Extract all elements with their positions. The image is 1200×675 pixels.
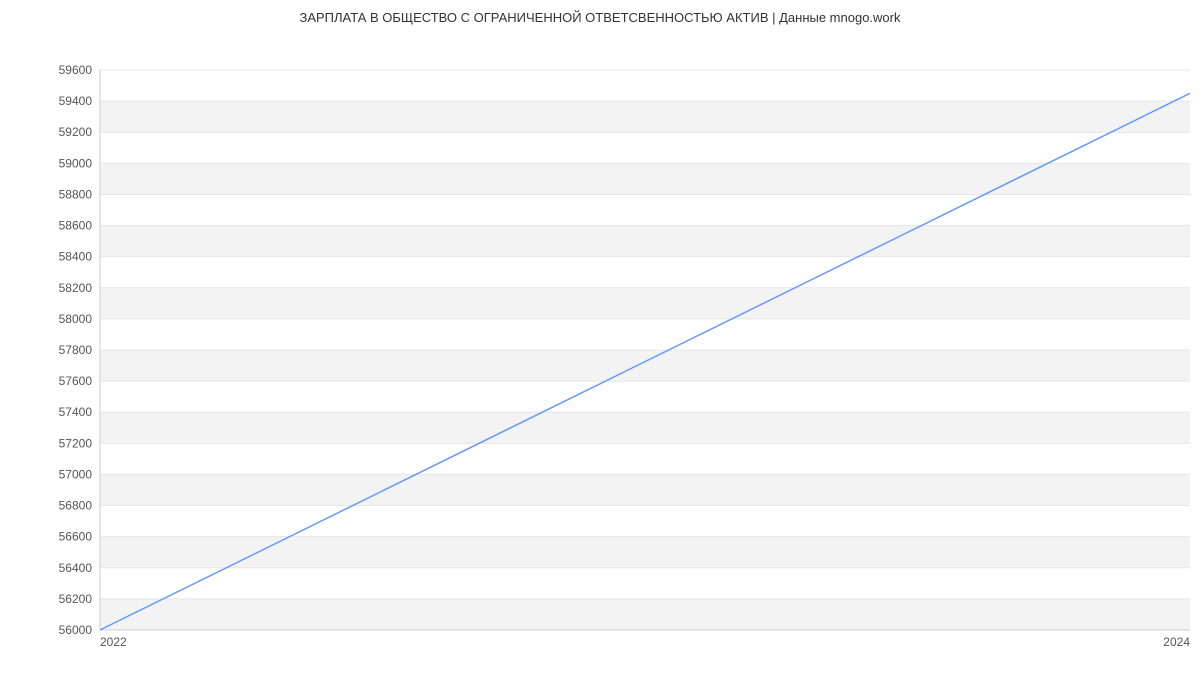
grid-band — [100, 226, 1190, 257]
grid-band — [100, 350, 1190, 381]
x-tick-label: 2024 — [1163, 635, 1190, 649]
grid-band — [100, 132, 1190, 163]
y-tick-label: 57800 — [59, 343, 93, 357]
chart-title: ЗАРПЛАТА В ОБЩЕСТВО С ОГРАНИЧЕННОЙ ОТВЕТ… — [0, 0, 1200, 25]
grid-band — [100, 443, 1190, 474]
grid-band — [100, 257, 1190, 288]
chart-container: ЗАРПЛАТА В ОБЩЕСТВО С ОГРАНИЧЕННОЙ ОТВЕТ… — [0, 0, 1200, 650]
y-tick-label: 58200 — [59, 281, 93, 295]
y-tick-label: 57000 — [59, 467, 93, 481]
y-tick-label: 59400 — [59, 94, 93, 108]
grid-band — [100, 319, 1190, 350]
grid-band — [100, 163, 1190, 194]
grid-band — [100, 381, 1190, 412]
grid-band — [100, 288, 1190, 319]
grid-band — [100, 70, 1190, 101]
x-tick-label: 2022 — [100, 635, 127, 649]
y-tick-label: 57400 — [59, 405, 93, 419]
grid-band — [100, 568, 1190, 599]
grid-band — [100, 537, 1190, 568]
grid-band — [100, 101, 1190, 132]
y-tick-label: 58800 — [59, 187, 93, 201]
y-tick-label: 59000 — [59, 156, 93, 170]
grid-band — [100, 474, 1190, 505]
y-tick-label: 58600 — [59, 219, 93, 233]
grid-band — [100, 506, 1190, 537]
y-tick-label: 57600 — [59, 374, 93, 388]
y-tick-label: 56800 — [59, 499, 93, 513]
y-tick-label: 59200 — [59, 125, 93, 139]
y-tick-label: 58000 — [59, 312, 93, 326]
grid-band — [100, 194, 1190, 225]
y-tick-label: 56400 — [59, 561, 93, 575]
line-chart: 56000 56200 56400 56600 56800 57000 57200 57400… — [0, 25, 1200, 675]
y-tick-label: 56200 — [59, 592, 93, 606]
grid-band — [100, 412, 1190, 443]
grid-band — [100, 599, 1190, 630]
y-tick-label: 59600 — [59, 63, 93, 77]
y-tick-label: 57200 — [59, 436, 93, 450]
y-tick-label: 58400 — [59, 250, 93, 264]
y-tick-label: 56600 — [59, 530, 93, 544]
y-tick-label: 56000 — [59, 623, 93, 637]
